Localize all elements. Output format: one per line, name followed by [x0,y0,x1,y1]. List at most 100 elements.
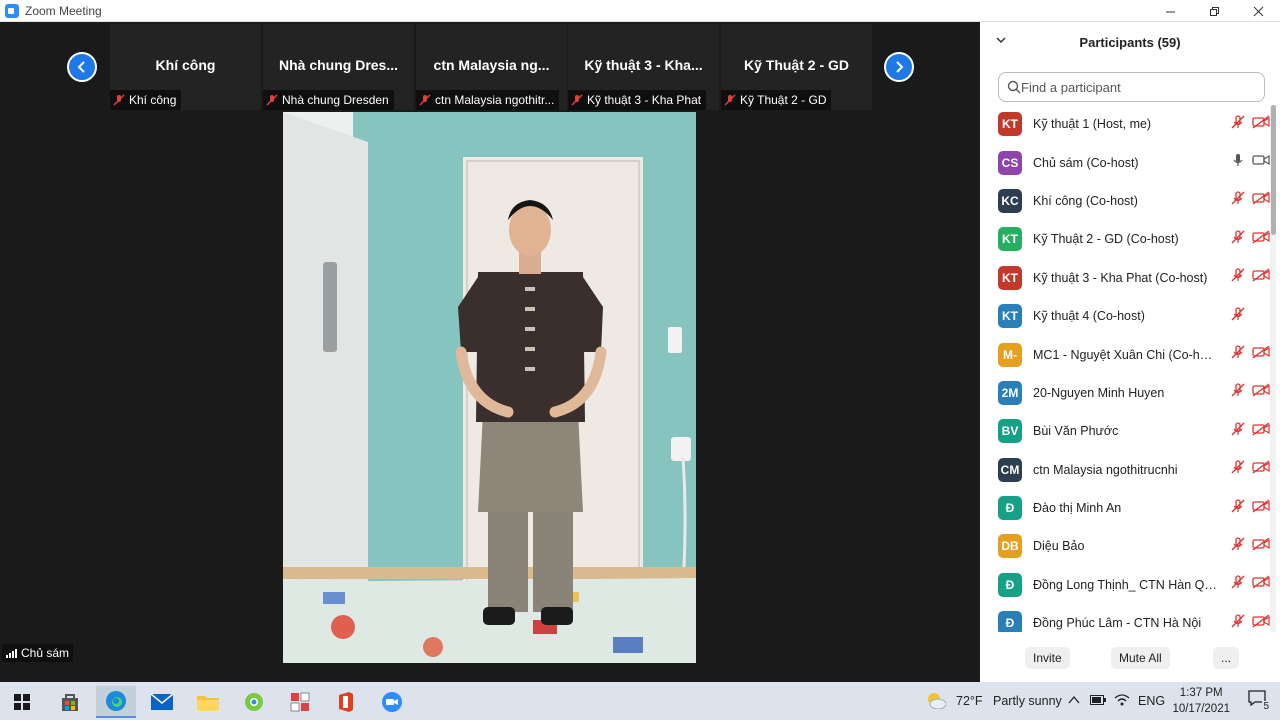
tile-label: Khí công [129,93,177,107]
mic-muted-icon[interactable] [1230,421,1246,442]
video-off-icon[interactable] [1252,460,1270,479]
mic-muted-icon[interactable] [1230,382,1246,403]
next-page-button[interactable] [884,52,914,82]
wifi-icon[interactable] [1114,693,1130,707]
partly-sunny-icon [928,693,946,709]
participant-avatar: Đ [998,611,1022,632]
mic-muted-icon [571,94,583,106]
video-off-icon[interactable] [1252,614,1270,632]
participant-avatar: M- [998,342,1022,367]
participant-row[interactable]: KT Kỹ thuật 4 (Co-host) [980,297,1270,335]
edge-app-button[interactable] [96,686,136,718]
mic-muted-icon[interactable] [1230,190,1246,211]
participant-row[interactable]: Đ Đồng Phúc Lâm - CTN Hà Nội [980,604,1270,632]
start-button[interactable] [2,686,42,718]
active-speaker-label: Chủ sám [2,644,74,662]
participant-name: Khí công (Co-host) [1033,193,1138,208]
app-button[interactable] [280,686,320,718]
participant-search[interactable] [998,72,1265,102]
participant-row[interactable]: DB Diệu Bảo [980,527,1270,565]
mic-muted-icon[interactable] [1230,306,1246,327]
close-icon [1253,6,1263,16]
participant-name: Kỹ Thuật 2 - GD (Co-host) [1033,232,1179,247]
restore-button[interactable] [1192,0,1236,22]
video-tile[interactable]: Khí công Khí công [110,24,261,110]
mic-muted-icon[interactable] [1230,267,1246,288]
video-tile[interactable]: Kỹ thuật 3 - Kha... Kỹ thuật 3 - Kha Pha… [568,24,719,110]
edge-icon [106,691,126,711]
participant-row[interactable]: KT Kỹ Thuật 2 - GD (Co-host) [980,220,1270,258]
participant-row[interactable]: KC Khí công (Co-host) [980,182,1270,220]
chevron-right-icon [896,61,904,73]
weather-description[interactable]: Partly sunny [993,694,1062,708]
mic-muted-icon[interactable] [1230,574,1246,595]
video-off-icon[interactable] [1252,115,1270,134]
more-options-button[interactable]: ... [1213,647,1240,669]
participant-name: Chủ sám (Co-host) [1033,155,1139,170]
previous-page-button[interactable] [67,52,97,82]
search-input[interactable] [1021,79,1251,95]
video-tile[interactable]: Kỹ Thuật 2 - GD Kỹ Thuật 2 - GD [721,24,872,110]
participant-row[interactable]: M- MC1 - Nguyệt Xuân Chi (Co-host) [980,335,1270,373]
video-icon[interactable] [1252,153,1270,172]
office-app-button[interactable] [326,686,366,718]
file-explorer-button[interactable] [188,686,228,718]
minimize-button[interactable] [1148,0,1192,22]
participant-avatar: KT [998,227,1022,252]
mic-muted-icon[interactable] [1230,536,1246,557]
participants-title: Participants (59) [1079,34,1181,50]
mail-app-button[interactable] [142,686,182,718]
video-off-icon[interactable] [1252,268,1270,287]
video-off-icon[interactable] [1252,499,1270,518]
battery-icon[interactable] [1090,695,1106,705]
input-language[interactable]: ENG [1138,694,1165,708]
close-button[interactable] [1236,0,1280,22]
video-off-icon[interactable] [1252,345,1270,364]
invite-button[interactable]: Invite [1025,647,1070,669]
participant-row[interactable]: CM ctn Malaysia ngothitrucnhi [980,451,1270,489]
video-off-icon[interactable] [1252,537,1270,556]
video-off-icon[interactable] [1252,575,1270,594]
participant-list: KT Kỹ thuật 1 (Host, me) CS Chủ sám (Co-hos… [980,105,1270,632]
mic-muted-icon[interactable] [1230,498,1246,519]
participant-avatar: KT [998,304,1022,329]
chevron-up-icon[interactable] [1068,695,1080,705]
video-tile[interactable]: Nhà chung Dres... Nhà chung Dresden [263,24,414,110]
mic-muted-icon [419,94,431,106]
video-off-icon[interactable] [1252,383,1270,402]
participant-name: ctn Malaysia ngothitrucnhi [1033,462,1178,477]
participant-list-scrollbar[interactable] [1270,105,1276,632]
participant-row[interactable]: KT Kỹ thuật 3 - Kha Phat (Co-host) [980,259,1270,297]
participant-avatar: KT [998,265,1022,290]
participant-avatar: Đ [998,496,1022,521]
participant-avatar: CS [998,150,1022,175]
tile-label: Kỹ Thuật 2 - GD [740,93,827,107]
mute-all-button[interactable]: Mute All [1111,647,1170,669]
participant-row[interactable]: 2M 20-Nguyen Minh Huyen [980,374,1270,412]
collapse-chevron-icon[interactable] [996,34,1006,48]
store-app-button[interactable] [50,686,90,718]
mic-icon[interactable] [1230,152,1246,173]
video-tile[interactable]: ctn Malaysia ng... ctn Malaysia ngothitr… [416,24,567,110]
mic-muted-icon[interactable] [1230,613,1246,632]
chrome-app-button[interactable] [234,686,274,718]
clock[interactable]: 1:37 PM 10/17/2021 [1172,685,1230,717]
mic-muted-icon[interactable] [1230,344,1246,365]
participant-row[interactable]: Đ Đồng Long Thịnh_ CTN Hàn Qu... [980,566,1270,604]
weather-temperature[interactable]: 72°F [956,694,983,708]
scrollbar-thumb[interactable] [1271,105,1276,235]
participant-row[interactable]: KT Kỹ thuật 1 (Host, me) [980,105,1270,143]
participant-row[interactable]: Đ Đào thị Minh An [980,489,1270,527]
mic-muted-icon[interactable] [1230,114,1246,135]
video-off-icon[interactable] [1252,191,1270,210]
video-off-icon[interactable] [1252,230,1270,249]
mic-muted-icon[interactable] [1230,229,1246,250]
video-off-icon[interactable] [1252,422,1270,441]
notifications-button[interactable]: 5 [1248,690,1270,712]
mic-muted-icon[interactable] [1230,459,1246,480]
chevron-left-icon [77,61,85,73]
participant-row[interactable]: CS Chủ sám (Co-host) [980,143,1270,181]
zoom-app-button[interactable] [372,686,412,718]
participant-avatar: KC [998,188,1022,213]
participant-row[interactable]: BV Bùi Văn Phước [980,412,1270,450]
